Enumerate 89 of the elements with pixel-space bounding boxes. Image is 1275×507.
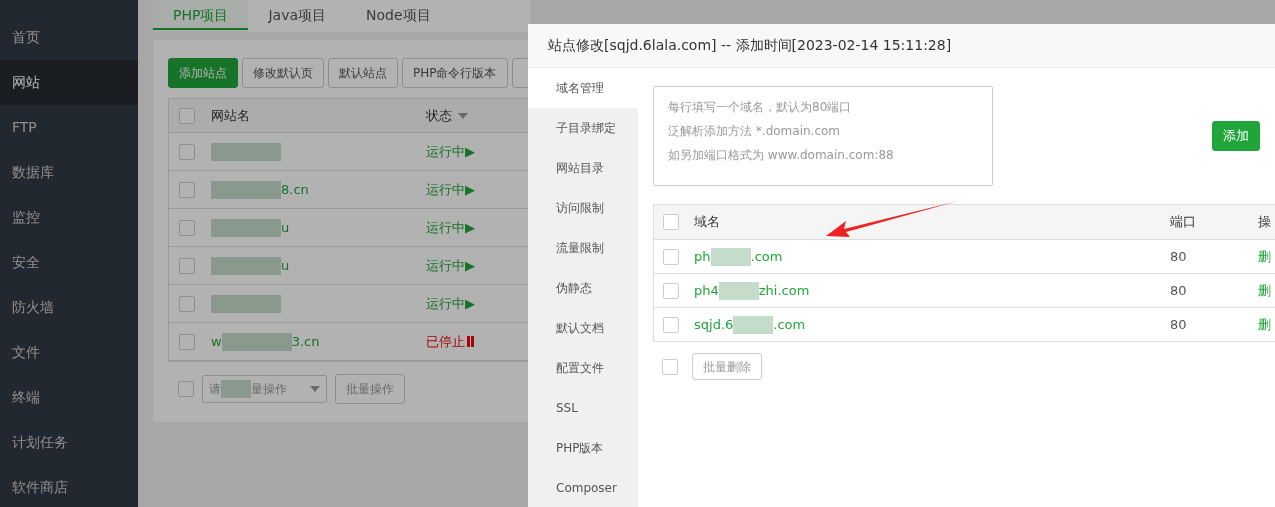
dialog-nav-item[interactable]: PHP版本 [528, 428, 638, 468]
status-label[interactable]: 运行中▶ [426, 179, 475, 200]
dialog-nav-item[interactable]: 配置文件 [528, 348, 638, 388]
column-header[interactable]: 状态 [426, 105, 452, 126]
site-link[interactable]: 3.cn [291, 331, 320, 352]
batch-button[interactable]: 批量操作 [335, 374, 405, 404]
tab[interactable]: Node项目 [346, 0, 451, 32]
status-label[interactable]: 运行中▶ [426, 141, 475, 162]
sidebar-item[interactable]: 网站 [0, 60, 138, 105]
caret-icon [310, 386, 320, 392]
sidebar-item[interactable]: 首页 [0, 15, 138, 60]
status-label[interactable]: 运行中▶ [426, 217, 475, 238]
checkbox[interactable] [179, 107, 195, 124]
site-link[interactable]: w [211, 331, 222, 352]
blur-mark [710, 247, 751, 266]
sidebar-item[interactable]: 安全 [0, 240, 138, 285]
dialog-nav-item[interactable]: 流量限制 [528, 228, 638, 268]
pause-icon [467, 336, 474, 347]
checkbox[interactable] [179, 181, 195, 198]
toolbar-button[interactable]: 添加站点 [168, 58, 238, 88]
domain-link[interactable]: .com [773, 314, 806, 335]
add-button[interactable]: 添加 [1212, 121, 1260, 151]
dialog-nav-item[interactable]: 网站目录 [528, 148, 638, 188]
batch-select[interactable]: 请 量操作 [202, 375, 327, 403]
checkbox[interactable] [663, 248, 679, 265]
table-cell-text: 80 [1170, 247, 1188, 266]
checkbox[interactable] [663, 282, 679, 299]
domain-link[interactable]: ph4 [694, 280, 719, 301]
domain-input[interactable]: 每行填写一个域名，默认为80端口 泛解析添加方法 *.domain.com 如另加端口格式为 www.domain.com:88 [653, 86, 993, 186]
dialog-nav-item[interactable]: Composer [528, 468, 638, 507]
blur-mark [733, 315, 774, 334]
blur-mark [211, 218, 281, 237]
checkbox[interactable] [179, 295, 195, 312]
column-header: 操 [1258, 213, 1271, 232]
sidebar-item[interactable]: 防火墙 [0, 285, 138, 330]
dialog-nav-item[interactable]: 域名管理 [528, 68, 638, 108]
blur-mark [221, 380, 251, 398]
status-label[interactable]: 运行中▶ [426, 255, 475, 276]
status-label[interactable]: 已停止 [426, 331, 465, 352]
sidebar-item[interactable]: 监控 [0, 195, 138, 240]
toolbar-button[interactable]: 修改默认页 [242, 58, 324, 88]
blur-mark [211, 180, 281, 199]
column-header: 域名 [694, 213, 721, 232]
domain-link[interactable]: ph [694, 246, 711, 267]
status-label[interactable]: 运行中▶ [426, 293, 475, 314]
blur-mark [718, 281, 759, 300]
checkbox[interactable] [179, 257, 195, 274]
dialog-nav-item[interactable]: 伪静态 [528, 268, 638, 308]
site-link[interactable]: u [281, 217, 290, 238]
tab[interactable]: Java项目 [248, 0, 346, 32]
column-header: 网站名 [211, 106, 251, 125]
sidebar-item[interactable]: FTP [0, 105, 138, 150]
batch-delete-button[interactable]: 批量删除 [692, 353, 762, 380]
domain-link[interactable]: sqjd.6 [694, 314, 734, 335]
delete-link[interactable]: 删 [1258, 280, 1271, 301]
table-cell-text: 80 [1170, 315, 1188, 334]
checkbox[interactable] [179, 143, 195, 160]
table-cell-text: 80 [1170, 281, 1188, 300]
delete-link[interactable]: 删 [1258, 314, 1271, 335]
blur-mark [211, 294, 281, 313]
dialog-nav-item[interactable]: SSL [528, 388, 638, 428]
delete-link[interactable]: 删 [1258, 246, 1271, 267]
dialog-nav-item[interactable]: 子目录绑定 [528, 108, 638, 148]
checkbox[interactable] [663, 316, 679, 333]
site-link[interactable]: 8.cn [281, 179, 309, 200]
checkbox[interactable] [663, 214, 679, 230]
domain-link[interactable]: zhi.com [758, 280, 810, 301]
checkbox[interactable] [179, 333, 195, 350]
sidebar-item[interactable]: 软件商店 [0, 465, 138, 507]
sort-icon[interactable] [458, 112, 468, 119]
blur-mark [211, 142, 281, 161]
toolbar-button[interactable]: PHP命令行版本 [402, 58, 508, 88]
sidebar-item[interactable]: 数据库 [0, 150, 138, 195]
dialog-title: 站点修改[sqjd.6lala.com] -- 添加时间[2023-02-14 15:11:28] [528, 24, 1275, 68]
domain-link[interactable]: .com [750, 246, 783, 267]
checkbox[interactable] [179, 219, 195, 236]
sidebar-item[interactable]: 文件 [0, 330, 138, 375]
blur-mark [211, 256, 281, 275]
dialog-nav-item[interactable]: 访问限制 [528, 188, 638, 228]
sidebar-item[interactable]: 计划任务 [0, 420, 138, 465]
dialog-nav-item[interactable]: 默认文档 [528, 308, 638, 348]
sidebar-item[interactable]: 终端 [0, 375, 138, 420]
toolbar-button[interactable]: 默认站点 [328, 58, 398, 88]
site-link[interactable]: u [281, 255, 290, 276]
column-header: 端口 [1170, 213, 1197, 232]
checkbox[interactable] [662, 358, 678, 375]
tab[interactable]: PHP项目 [153, 0, 249, 32]
checkbox[interactable] [178, 381, 194, 397]
blur-mark [221, 332, 292, 351]
